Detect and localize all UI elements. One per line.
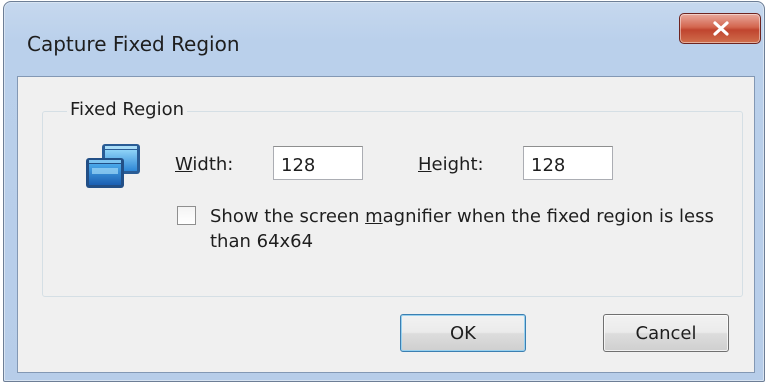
close-button[interactable] (679, 13, 761, 44)
height-label: Height: (418, 154, 484, 175)
cancel-button[interactable]: Cancel (603, 314, 729, 352)
width-input[interactable] (273, 146, 363, 180)
magnifier-checkbox-label[interactable]: Show the screen magnifier when the fixed… (210, 204, 730, 254)
dialog-client-area: Fixed Region Width: Height: (17, 76, 755, 373)
title-bar[interactable]: Capture Fixed Region (4, 2, 764, 82)
magnifier-checkbox[interactable] (177, 206, 196, 225)
capture-fixed-region-dialog: Capture Fixed Region Fixed Region Width:… (3, 1, 765, 382)
dialog-title: Capture Fixed Region (27, 32, 240, 56)
ok-button[interactable]: OK (400, 314, 526, 352)
height-input[interactable] (523, 146, 613, 180)
width-label: Width: (175, 154, 234, 175)
close-icon (713, 21, 729, 36)
windows-icon (86, 144, 140, 188)
fixed-region-group-label: Fixed Region (67, 99, 187, 120)
